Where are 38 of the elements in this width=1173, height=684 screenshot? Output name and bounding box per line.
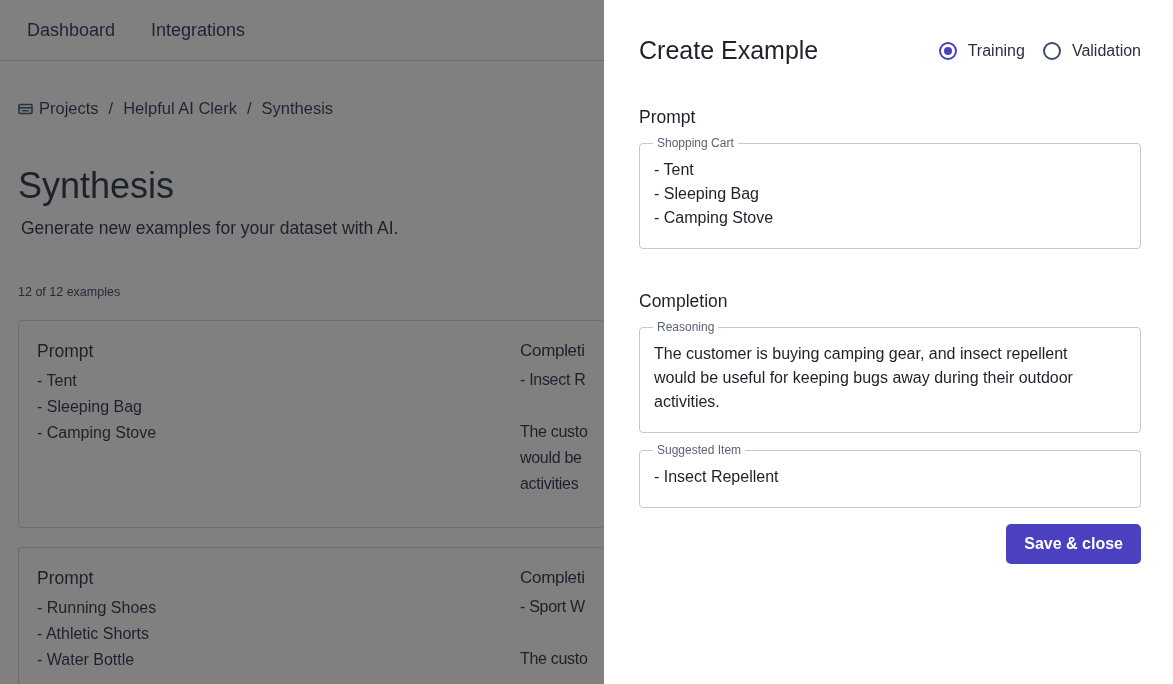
breadcrumb-separator: / (108, 99, 114, 118)
breadcrumb-separator: / (246, 99, 252, 118)
radio-label[interactable]: Training (967, 41, 1025, 60)
radio-option[interactable]: Validation (1042, 41, 1141, 60)
completion-item: - Insect R (520, 370, 586, 390)
text-field[interactable]: Suggested Item - Insect Repellent (639, 443, 1141, 508)
nav-link[interactable]: Integrations (151, 19, 246, 41)
completion-text: would be (520, 448, 583, 468)
completion-heading: Completi (520, 568, 586, 588)
prompt-item: - Water Bottle (37, 650, 136, 670)
prompt-heading: Prompt (37, 341, 95, 362)
radio-label[interactable]: Validation (1071, 41, 1141, 60)
completion-item: - Sport W (520, 597, 586, 617)
example-count: 12 of 12 examples (18, 285, 122, 299)
page-title: Synthesis (18, 168, 176, 204)
prompt-item: - Tent (37, 371, 78, 391)
prompt-heading: Prompt (37, 568, 95, 589)
breadcrumb-link[interactable]: Helpful AI Clerk (123, 99, 237, 118)
panel-title: Create Example (639, 36, 819, 65)
prompt-item: - Running Shoes (37, 598, 158, 618)
completion-text: The custo (520, 649, 586, 669)
section-heading: Prompt (639, 107, 697, 128)
text-field[interactable]: Reasoning The customer is buying camping gear, and insect repellent would be useful for keeping bugs away during their outdoor activities. (639, 320, 1141, 433)
nav-link[interactable]: Dashboard (27, 19, 116, 41)
prompt-item: - Athletic Shorts (37, 624, 151, 644)
radio-icon[interactable] (938, 41, 957, 60)
section-heading: Completion (639, 291, 729, 312)
completion-text: The custo (520, 422, 586, 442)
prompt-item: - Sleeping Bag (37, 397, 143, 417)
completion-heading: Completi (520, 341, 586, 361)
breadcrumb-link[interactable]: Projects (39, 99, 99, 118)
page-subtitle: Generate new examples for your dataset with AI. (21, 218, 400, 239)
text-field[interactable]: Shopping Cart - Tent - Sleeping Bag - Camping Stove (639, 136, 1141, 249)
prompt-item: - Camping Stove (37, 423, 158, 443)
radio-option[interactable]: Training (938, 41, 1025, 60)
radio-icon[interactable] (1042, 41, 1061, 60)
save-button[interactable]: Save & close (1006, 524, 1141, 564)
completion-text: activities (520, 474, 580, 494)
